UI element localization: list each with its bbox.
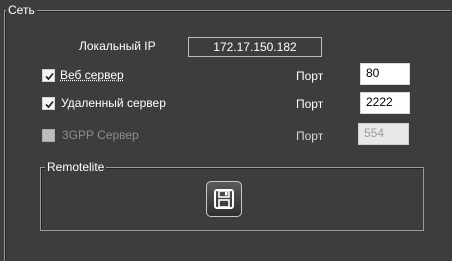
network-group-legend: Сеть: [6, 3, 37, 17]
3gpp-server-label: 3GPP Сервер: [62, 128, 139, 142]
3gpp-server-checkbox[interactable]: [42, 129, 55, 142]
checkmark-icon: [45, 72, 54, 81]
web-server-label[interactable]: Веб сервер: [60, 67, 124, 83]
3gpp-server-port-label: Порт: [296, 129, 324, 143]
checkmark-icon: [45, 100, 54, 109]
remotelite-group-legend: Remotelite: [45, 160, 107, 174]
floppy-disk-icon: [214, 189, 234, 209]
3gpp-server-port-input: 554: [358, 123, 409, 145]
remote-server-port-label: Порт: [296, 97, 324, 111]
remote-server-checkbox[interactable]: [42, 97, 55, 110]
web-server-checkbox[interactable]: [42, 69, 55, 82]
remote-server-label[interactable]: Удаленный сервер: [61, 95, 166, 111]
web-server-port-label: Порт: [296, 69, 324, 83]
remote-server-port-input[interactable]: 2222: [360, 92, 410, 114]
save-button[interactable]: [206, 181, 242, 217]
local-ip-label: Локальный IP: [79, 39, 156, 53]
web-server-port-input[interactable]: 80: [360, 63, 410, 85]
local-ip-field: 172.17.150.182: [188, 37, 322, 57]
